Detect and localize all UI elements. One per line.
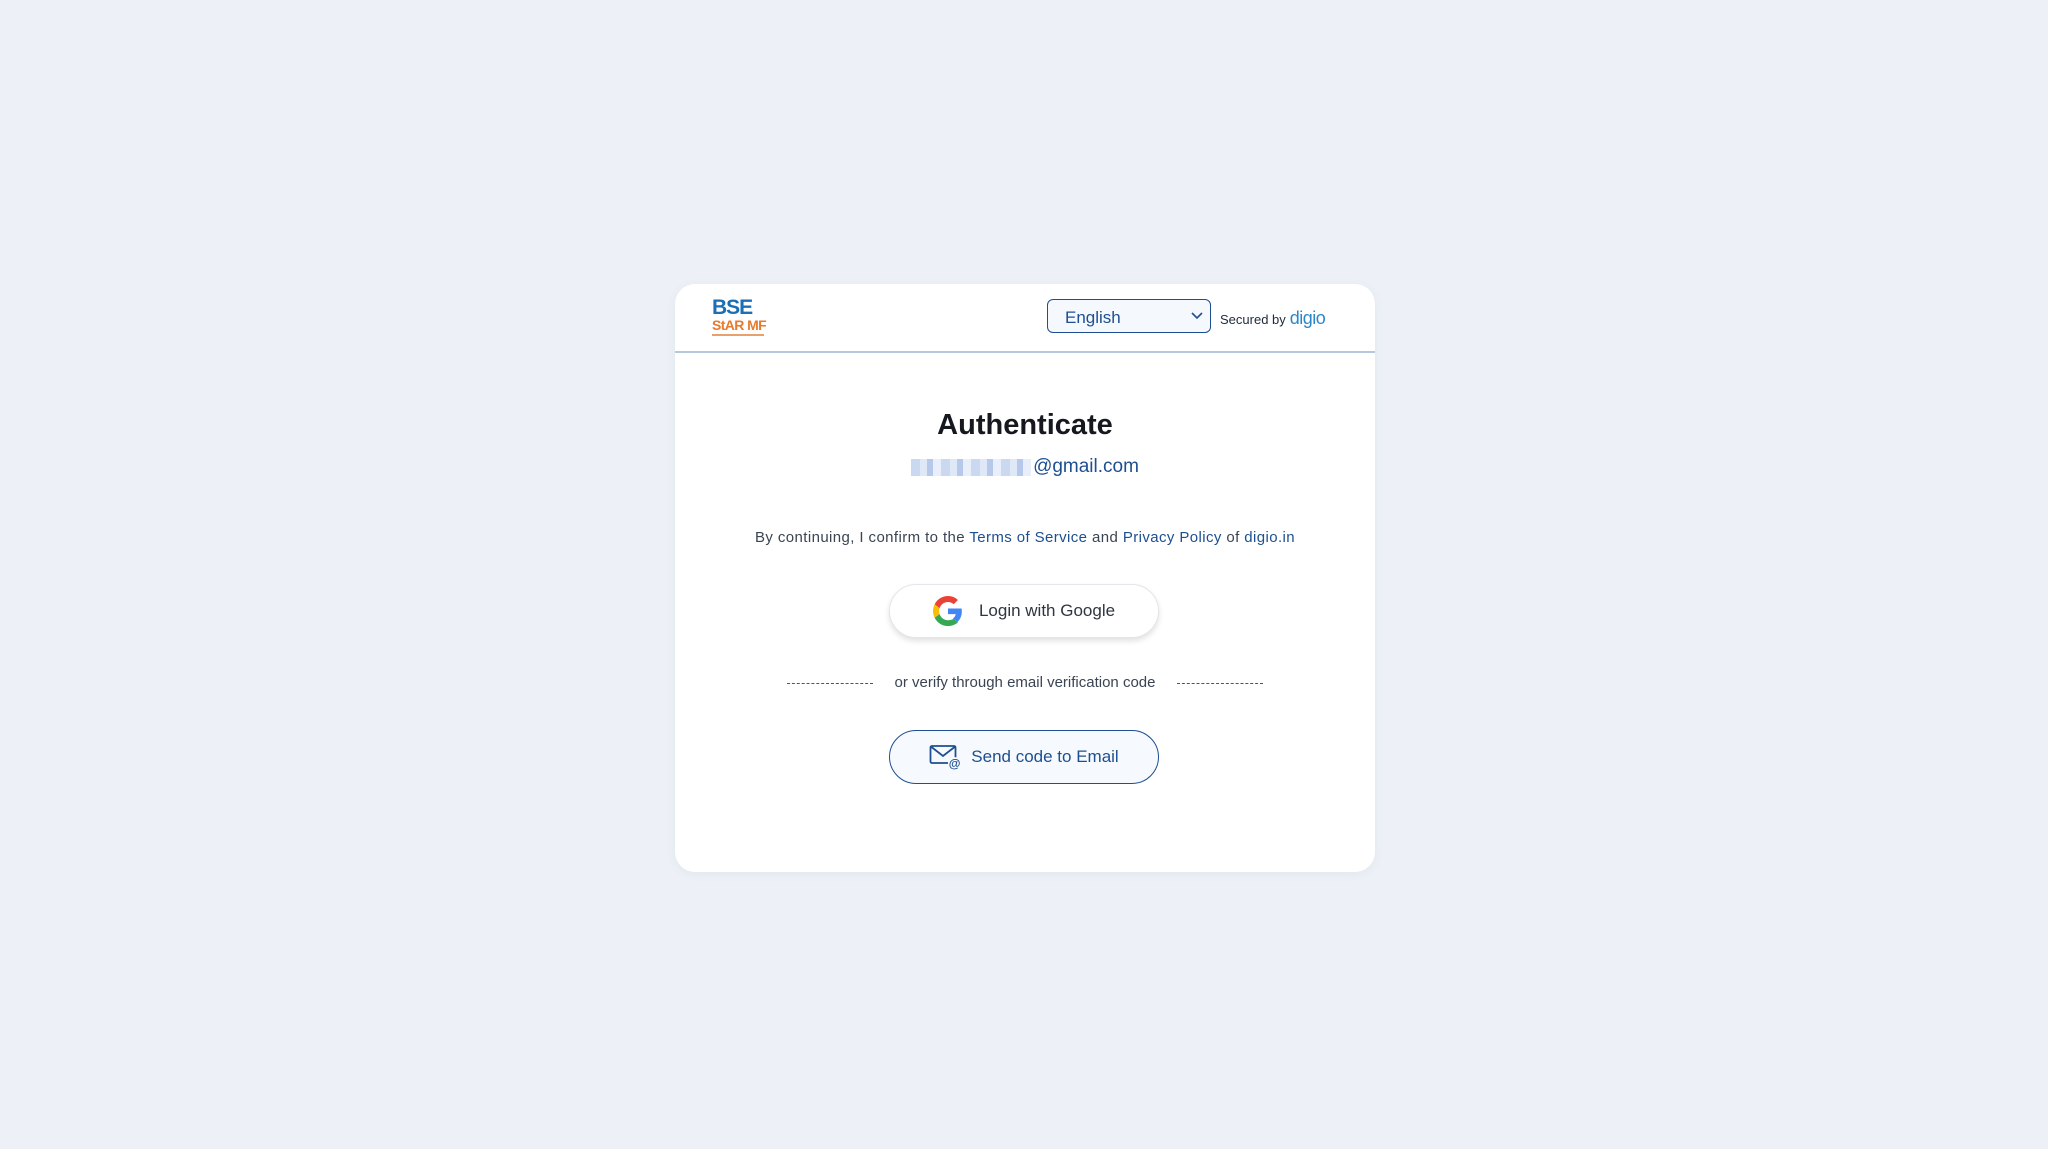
divider-text: or verify through email verification cod… [894, 674, 1156, 691]
digio-brand: digio [1289, 308, 1326, 328]
consent-prefix: By continuing, I confirm to the [755, 529, 966, 546]
login-with-google-button[interactable]: Login with Google [889, 584, 1159, 638]
terms-of-service-link[interactable]: Terms of Service [969, 529, 1087, 546]
svg-text:BSE: BSE [712, 296, 753, 319]
google-g-icon [932, 596, 962, 626]
email-domain: @gmail.com [1033, 456, 1139, 477]
privacy-policy-link[interactable]: Privacy Policy [1123, 529, 1222, 546]
auth-card: BSE StAR MF English Secured by digio Aut… [675, 284, 1375, 872]
user-email: @gmail.com [675, 456, 1375, 478]
page-title: Authenticate [937, 409, 1113, 441]
email-at-icon: @ [929, 745, 961, 771]
login-with-google-label: Login with Google [978, 601, 1116, 620]
email-redacted-mask [911, 458, 1032, 476]
svg-text:StAR MF: StAR MF [712, 317, 767, 333]
send-code-to-email-button[interactable]: @ Send code to Email [889, 730, 1159, 784]
language-selected-value: English [1065, 308, 1121, 327]
chevron-down-icon [1191, 312, 1203, 320]
digio-site-link[interactable]: digio.in [1244, 529, 1295, 546]
language-select[interactable]: English [1047, 299, 1211, 333]
consent-and: and [1092, 529, 1119, 546]
card-header: BSE StAR MF English Secured by digio [675, 284, 1375, 353]
divider-dash-right [1177, 683, 1264, 684]
secured-by-label: Secured by [1220, 312, 1286, 327]
secured-by: Secured by digio [1220, 308, 1326, 329]
consent-of: of [1226, 529, 1240, 546]
svg-text:@: @ [949, 757, 961, 771]
or-divider: or verify through email verification cod… [675, 674, 1375, 691]
send-code-to-email-label: Send code to Email [971, 747, 1119, 766]
bse-star-mf-logo: BSE StAR MF [712, 296, 767, 336]
divider-dash-left [786, 683, 873, 684]
consent-text: By continuing, I confirm to the Terms of… [675, 529, 1375, 546]
